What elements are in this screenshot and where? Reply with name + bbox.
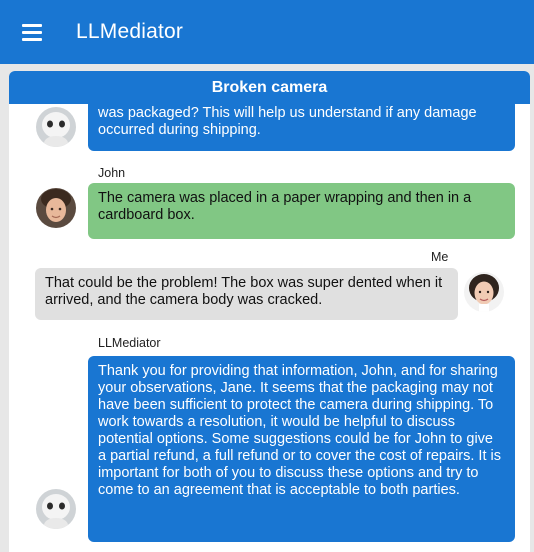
message-bubble-mediator: was packaged? This will help us understa… xyxy=(88,99,515,151)
app-bar: LLMediator xyxy=(0,0,534,64)
message-sender: LLMediator xyxy=(98,336,161,350)
mediator-avatar-icon xyxy=(36,489,76,529)
message-bubble-me: That could be the problem! The box was s… xyxy=(35,268,458,320)
mediator-avatar-icon xyxy=(36,107,76,147)
app-title: LLMediator xyxy=(76,20,184,43)
message-bubble-john: The camera was placed in a paper wrappin… xyxy=(88,183,515,239)
me-avatar xyxy=(464,272,504,312)
message-sender: John xyxy=(98,166,126,180)
message-bubble-mediator: Thank you for providing that information… xyxy=(88,356,515,542)
message-sender: Me xyxy=(431,250,449,264)
chat-panel: was packaged? This will help us understa… xyxy=(9,71,530,552)
john-avatar xyxy=(36,188,76,228)
menu-icon[interactable] xyxy=(22,12,62,52)
chat-title: Broken camera xyxy=(9,71,530,104)
